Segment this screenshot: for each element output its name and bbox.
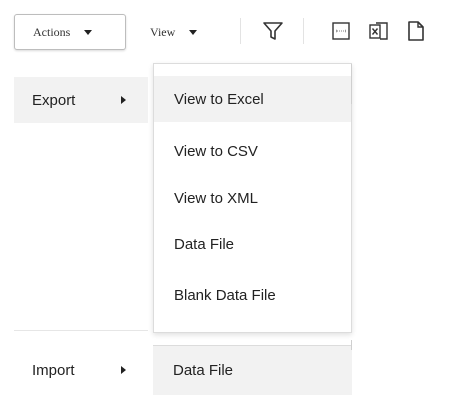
submenu-item-label: View to CSV bbox=[174, 142, 258, 160]
menu-item-label: Export bbox=[32, 91, 76, 109]
document-icon[interactable] bbox=[405, 20, 427, 42]
toolbar-separator bbox=[303, 18, 304, 44]
menu-divider bbox=[14, 330, 148, 331]
submenu-item-view-to-xml[interactable]: View to XML bbox=[154, 175, 351, 221]
import-submenu: Data File bbox=[153, 345, 352, 395]
actions-dropdown-menu: Export Import bbox=[0, 60, 150, 411]
submenu-item-view-to-excel[interactable]: View to Excel bbox=[154, 76, 351, 122]
submenu-item-view-to-csv[interactable]: View to CSV bbox=[154, 128, 351, 174]
submenu-item-data-file[interactable]: Data File bbox=[154, 221, 351, 267]
menu-item-export[interactable]: Export bbox=[14, 77, 148, 123]
toolbar: Actions View bbox=[0, 0, 454, 60]
submenu-item-label: Blank Data File bbox=[174, 286, 276, 304]
submenu-item-blank-data-file[interactable]: Blank Data File bbox=[154, 272, 351, 318]
submenu-item-label: View to Excel bbox=[174, 90, 264, 108]
filter-icon[interactable] bbox=[262, 20, 284, 42]
caret-right-icon bbox=[121, 366, 126, 374]
excel-icon[interactable] bbox=[368, 20, 390, 42]
menu-item-import[interactable]: Import bbox=[14, 347, 148, 393]
caret-right-icon bbox=[121, 96, 126, 104]
actions-menu-button[interactable]: Actions bbox=[14, 14, 126, 50]
actions-button-label: Actions bbox=[33, 24, 71, 39]
submenu-item-import-data-file[interactable]: Data File bbox=[153, 346, 350, 394]
view-menu-button[interactable]: View bbox=[146, 14, 228, 50]
menu-item-label: Import bbox=[32, 361, 75, 379]
submenu-item-label: Data File bbox=[173, 361, 234, 379]
toolbar-separator bbox=[240, 18, 241, 44]
caret-down-icon bbox=[189, 30, 198, 35]
view-button-label: View bbox=[150, 24, 176, 39]
submenu-item-label: Data File bbox=[174, 235, 235, 253]
divider bbox=[351, 64, 352, 104]
divider bbox=[351, 340, 352, 350]
export-submenu: View to Excel View to CSV View to XML Da… bbox=[153, 63, 352, 333]
xml-icon[interactable] bbox=[330, 20, 352, 42]
submenu-item-label: View to XML bbox=[174, 189, 258, 207]
caret-down-icon bbox=[84, 30, 93, 35]
